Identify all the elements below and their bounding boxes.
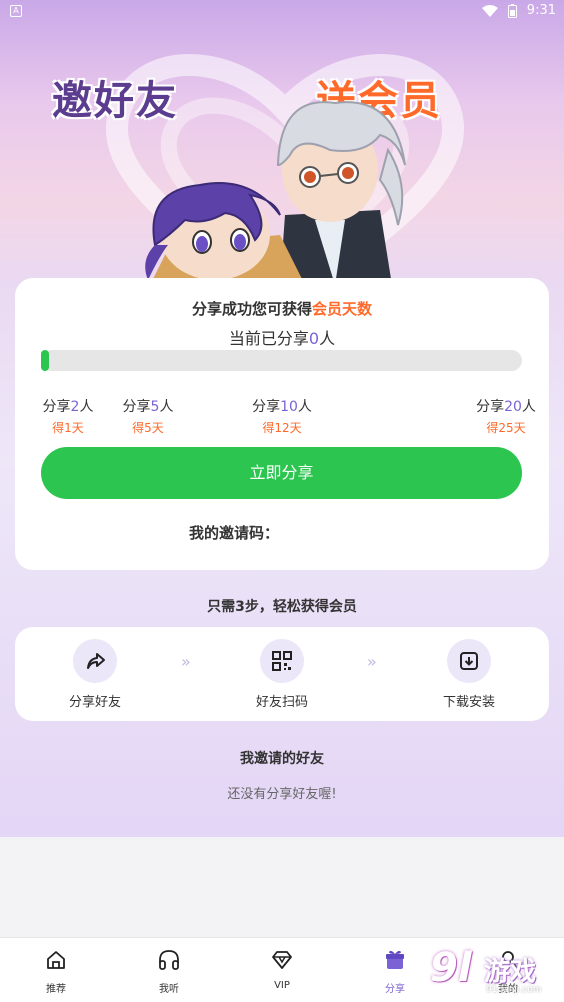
milestone-count: 10 [280,399,298,415]
share-count-text: 当前已分享0人 [15,325,549,349]
watermark-text: 游戏 [484,957,537,987]
milestone-reward: 得12天 [262,421,302,435]
anime-characters-illustration [145,101,406,285]
headphones-icon [129,946,209,974]
tab-listen[interactable]: 我听 [129,946,209,995]
milestone-suffix: 人 [159,399,174,415]
status-time: 9:31 [526,3,556,18]
status-bar: A 9:31 [0,0,564,24]
step-scan-code: 好友扫码 [232,639,332,710]
share-count-prefix: 当前已分享 [228,329,309,348]
tab-recommend[interactable]: 推荐 [16,946,96,995]
home-icon [16,946,96,974]
download-icon [447,639,491,683]
step-label: 下载安装 [442,695,495,710]
step-arrow-1: » [181,652,191,671]
step-label: 分享好友 [68,695,121,710]
invited-friends-empty: 还没有分享好友喔! [227,787,337,802]
tab-share[interactable]: 分享 [355,946,435,995]
wifi-icon [481,4,498,17]
gift-icon [355,946,435,974]
reward-title-prefix: 分享成功您可获得 [191,300,312,318]
steps-title: 只需3步，轻松获得会员 [207,599,357,615]
milestone-suffix: 人 [79,399,94,415]
tab-label: 分享 [385,984,405,995]
share-count-suffix: 人 [319,329,336,348]
share-icon [73,639,117,683]
milestone-reward: 得25天 [486,421,526,435]
tab-label: 推荐 [46,984,66,995]
invite-page: A 9:31 邀好友 送会员 分享成功您可获得会员天数 当前已分享0人 分享2人… [0,0,564,837]
milestone-count: 20 [504,399,522,415]
tab-label: 我听 [159,984,179,995]
milestone-prefix: 分享 [476,399,505,415]
step-download-install: 下载安装 [419,639,519,710]
notification-icon: A [10,5,22,17]
milestone-10: 分享10人 得12天 [247,396,317,436]
diamond-icon [242,946,322,974]
watermark-url: 91danji.com [486,985,542,995]
milestone-prefix: 分享 [122,399,151,415]
milestone-reward: 得5天 [132,421,164,435]
milestone-20: 分享20人 得25天 [471,396,541,436]
reward-title-accent: 会员天数 [312,300,373,318]
milestone-prefix: 分享 [42,399,71,415]
share-progress-bar [41,350,522,371]
share-now-button[interactable]: 立即分享 [41,447,522,499]
site-watermark-logo: 9l 游戏 91danji.com [428,945,558,1000]
step-share-friends: 分享好友 [45,639,145,710]
battery-icon [507,3,517,18]
step-label: 好友扫码 [255,695,308,710]
milestone-suffix: 人 [297,399,312,415]
qrcode-icon [260,639,304,683]
share-count-value: 0 [308,329,320,348]
invite-code-label: 我的邀请码： [189,524,280,542]
steps-card: 分享好友 » 好友扫码 » 下载安装 [15,627,549,721]
milestone-reward: 得1天 [52,421,84,435]
reward-title: 分享成功您可获得会员天数 [15,298,549,319]
tab-label: VIP [274,980,290,991]
step-arrow-2: » [367,652,377,671]
watermark-number: 9l [430,945,472,991]
milestone-2: 分享2人 得1天 [35,396,101,436]
share-reward-card: 分享成功您可获得会员天数 当前已分享0人 分享2人 得1天 分享5人 得5天 分… [15,278,549,570]
milestone-suffix: 人 [521,399,536,415]
milestone-5: 分享5人 得5天 [115,396,181,436]
share-progress-fill [41,350,49,371]
tab-vip[interactable]: VIP [242,946,322,991]
invited-friends-title: 我邀请的好友 [240,751,324,767]
milestone-prefix: 分享 [252,399,281,415]
